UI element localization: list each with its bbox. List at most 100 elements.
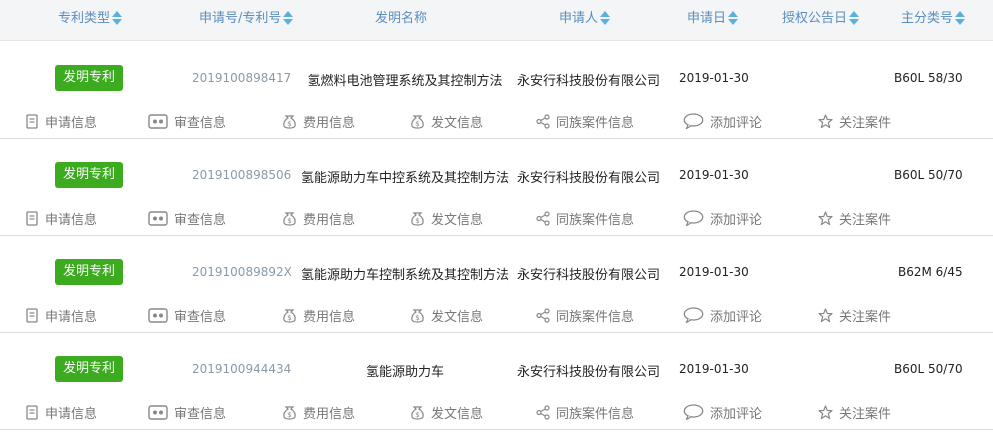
document-icon — [26, 113, 38, 129]
document-icon — [26, 210, 38, 226]
applicant: 永安行科技股份有限公司 — [517, 268, 661, 283]
app-number[interactable]: 201910089892X — [192, 265, 292, 279]
follow-case-link[interactable]: 关注案件 — [818, 111, 891, 131]
document-icon — [26, 404, 38, 420]
application-date: 2019-01-30 — [679, 71, 749, 85]
patent-title[interactable]: 氢能源助力车中控系统及其控制方法 — [301, 167, 509, 186]
action-label: 审查信息 — [174, 115, 227, 131]
app-number[interactable]: 2019100898506 — [192, 168, 291, 182]
sort-icon[interactable] — [112, 10, 123, 25]
add-comment-link[interactable]: 添加评论 — [683, 402, 762, 422]
money-bag-icon: $ — [283, 309, 296, 323]
table-header: 专利类型 申请号/专利号 发明名称 申请人 申请日 授权公告日 主分类号 — [0, 0, 993, 41]
examination-info-link[interactable]: 审查信息 — [148, 402, 226, 422]
action-label: 费用信息 — [303, 309, 356, 325]
fee-info-link[interactable]: $ 费用信息 — [282, 305, 355, 325]
action-label: 同族案件信息 — [556, 115, 635, 131]
patent-type-badge[interactable]: 发明专利 — [55, 259, 123, 285]
star-icon — [818, 307, 833, 322]
sort-icon[interactable] — [600, 10, 611, 25]
patent-type-badge[interactable]: 发明专利 — [55, 65, 123, 91]
document-info-link[interactable]: $ 发文信息 — [410, 208, 483, 228]
comment-icon — [683, 210, 704, 226]
patent-type-badge[interactable]: 发明专利 — [55, 356, 123, 382]
svg-text:$: $ — [287, 120, 291, 128]
follow-case-link[interactable]: 关注案件 — [818, 305, 891, 325]
patent-title[interactable]: 氢燃料电池管理系统及其控制方法 — [308, 70, 503, 89]
fee-info-link[interactable]: $ 费用信息 — [282, 208, 355, 228]
app-number[interactable]: 2019100944434 — [192, 362, 291, 376]
column-label: 申请号/专利号 — [199, 11, 282, 26]
comment-icon — [683, 113, 704, 129]
action-label: 关注案件 — [839, 406, 892, 422]
share-icon — [536, 307, 550, 323]
applicant: 永安行科技股份有限公司 — [517, 365, 661, 380]
column-header-patent-type[interactable]: 专利类型 — [58, 0, 123, 40]
application-info-link[interactable]: 申请信息 — [26, 208, 97, 228]
examination-icon — [148, 113, 168, 129]
sort-icon[interactable] — [283, 10, 294, 25]
application-info-link[interactable]: 申请信息 — [26, 402, 97, 422]
app-number[interactable]: 2019100898417 — [192, 71, 291, 85]
action-label: 发文信息 — [431, 309, 484, 325]
column-header-applicant[interactable]: 申请人 — [559, 0, 611, 40]
patent-title[interactable]: 氢能源助力车控制系统及其控制方法 — [301, 264, 509, 283]
action-label: 申请信息 — [45, 309, 98, 325]
document-info-link[interactable]: $ 发文信息 — [410, 111, 483, 131]
svg-text:$: $ — [415, 120, 419, 128]
sort-icon[interactable] — [955, 10, 966, 25]
action-label: 审查信息 — [174, 406, 227, 422]
fee-info-link[interactable]: $ 费用信息 — [282, 402, 355, 422]
star-icon — [818, 113, 833, 128]
action-label: 关注案件 — [839, 115, 892, 131]
column-header-title: 发明名称 — [375, 0, 427, 40]
column-header-class[interactable]: 主分类号 — [901, 0, 966, 40]
money-bag-icon: $ — [411, 309, 424, 323]
patent-title[interactable]: 氢能源助力车 — [366, 361, 444, 380]
share-icon — [536, 113, 550, 129]
column-header-grant-date[interactable]: 授权公告日 — [782, 0, 860, 40]
fee-info-link[interactable]: $ 费用信息 — [282, 111, 355, 131]
action-label: 发文信息 — [431, 115, 484, 131]
sort-icon[interactable] — [849, 10, 860, 25]
add-comment-link[interactable]: 添加评论 — [683, 111, 762, 131]
svg-text:$: $ — [287, 314, 291, 322]
main-class: B60L 58/30 — [894, 71, 963, 85]
table-row: 发明专利 2019100898417 氢燃料电池管理系统及其控制方法 永安行科技… — [0, 41, 993, 139]
table-row: 发明专利 2019100944434 氢能源助力车 永安行科技股份有限公司 20… — [0, 332, 993, 430]
star-icon — [818, 404, 833, 419]
family-cases-link[interactable]: 同族案件信息 — [536, 111, 634, 131]
action-label: 申请信息 — [45, 115, 98, 131]
main-class: B60L 50/70 — [894, 362, 963, 376]
follow-case-link[interactable]: 关注案件 — [818, 208, 891, 228]
document-info-link[interactable]: $ 发文信息 — [410, 305, 483, 325]
column-header-date[interactable]: 申请日 — [687, 0, 739, 40]
add-comment-link[interactable]: 添加评论 — [683, 305, 762, 325]
action-label: 同族案件信息 — [556, 309, 635, 325]
application-info-link[interactable]: 申请信息 — [26, 305, 97, 325]
column-label: 专利类型 — [58, 11, 111, 26]
follow-case-link[interactable]: 关注案件 — [818, 402, 891, 422]
svg-text:$: $ — [415, 411, 419, 419]
family-cases-link[interactable]: 同族案件信息 — [536, 208, 634, 228]
document-info-link[interactable]: $ 发文信息 — [410, 402, 483, 422]
application-info-link[interactable]: 申请信息 — [26, 111, 97, 131]
main-class: B60L 50/70 — [894, 168, 963, 182]
examination-info-link[interactable]: 审查信息 — [148, 208, 226, 228]
column-header-app-no[interactable]: 申请号/专利号 — [199, 0, 294, 40]
table-row: 发明专利 2019100898506 氢能源助力车中控系统及其控制方法 永安行科… — [0, 138, 993, 236]
column-label: 发明名称 — [375, 11, 428, 26]
action-label: 审查信息 — [174, 309, 227, 325]
action-label: 添加评论 — [710, 406, 763, 422]
examination-info-link[interactable]: 审查信息 — [148, 111, 226, 131]
add-comment-link[interactable]: 添加评论 — [683, 208, 762, 228]
patent-type-badge[interactable]: 发明专利 — [55, 162, 123, 188]
money-bag-icon: $ — [411, 406, 424, 420]
money-bag-icon: $ — [283, 406, 296, 420]
table-row: 发明专利 201910089892X 氢能源助力车控制系统及其控制方法 永安行科… — [0, 235, 993, 333]
examination-info-link[interactable]: 审查信息 — [148, 305, 226, 325]
svg-text:$: $ — [287, 217, 291, 225]
family-cases-link[interactable]: 同族案件信息 — [536, 305, 634, 325]
sort-icon[interactable] — [728, 10, 739, 25]
family-cases-link[interactable]: 同族案件信息 — [536, 402, 634, 422]
